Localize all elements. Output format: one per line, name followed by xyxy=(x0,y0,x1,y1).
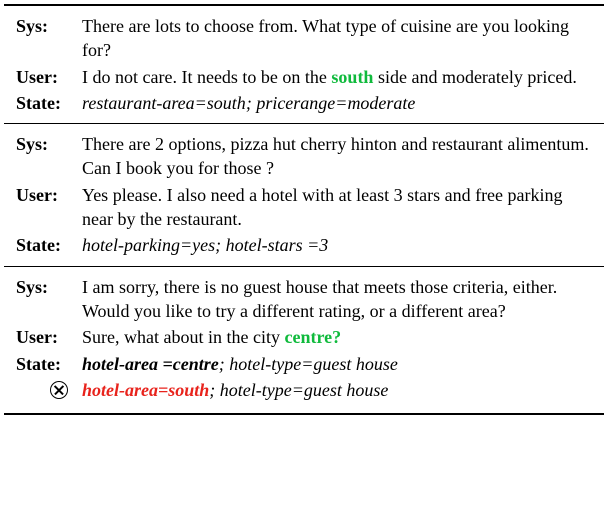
highlight-word: south xyxy=(331,67,373,87)
state-pair: hotel-area =centre xyxy=(82,354,219,374)
dialogue-turn: Sys: I am sorry, there is no guest house… xyxy=(4,266,604,413)
error-row: hotel-area=south; hotel-type=guest house xyxy=(4,378,604,405)
error-text: hotel-area=south; hotel-type=guest house xyxy=(82,378,604,402)
sys-label: Sys: xyxy=(4,132,82,156)
user-text-pre: Sure, what about in the city xyxy=(82,327,284,347)
dialogue-turn: Sys: There are 2 options, pizza hut cher… xyxy=(4,123,604,265)
user-text-pre: I do not care. It needs to be on the xyxy=(82,67,331,87)
state-text: hotel-parking=yes; hotel-stars =3 xyxy=(82,233,604,257)
state-sep: ; xyxy=(246,93,257,113)
state-label: State: xyxy=(4,91,82,115)
sys-text: I am sorry, there is no guest house that… xyxy=(82,275,604,324)
state-text: restaurant-area=south; pricerange=modera… xyxy=(82,91,604,115)
state-label: State: xyxy=(4,352,82,376)
state-pair: hotel-type=guest house xyxy=(229,354,398,374)
state-sep: ; xyxy=(215,235,226,255)
state-pair: pricerange=moderate xyxy=(256,93,415,113)
error-icon-cell xyxy=(4,378,82,405)
user-text: I do not care. It needs to be on the sou… xyxy=(82,65,604,89)
circle-x-icon xyxy=(50,381,68,399)
user-text: Yes please. I also need a hotel with at … xyxy=(82,183,604,232)
user-row: User: Sure, what about in the city centr… xyxy=(4,325,604,349)
sys-text: There are 2 options, pizza hut cherry hi… xyxy=(82,132,604,181)
user-text-pre: Yes please. I also need a hotel with at … xyxy=(82,185,563,229)
error-state-pair: hotel-area=south xyxy=(82,380,209,400)
state-row: State: hotel-parking=yes; hotel-stars =3 xyxy=(4,233,604,257)
user-label: User: xyxy=(4,325,82,349)
user-label: User: xyxy=(4,65,82,89)
highlight-word: centre? xyxy=(284,327,341,347)
sys-row: Sys: There are lots to choose from. What… xyxy=(4,14,604,63)
user-text: Sure, what about in the city centre? xyxy=(82,325,604,349)
state-pair: hotel-parking=yes xyxy=(82,235,215,255)
sys-text: There are lots to choose from. What type… xyxy=(82,14,604,63)
state-row: State: restaurant-area=south; pricerange… xyxy=(4,91,604,115)
state-sep: ; xyxy=(219,354,230,374)
sys-row: Sys: There are 2 options, pizza hut cher… xyxy=(4,132,604,181)
user-label: User: xyxy=(4,183,82,207)
state-row: State: hotel-area =centre; hotel-type=gu… xyxy=(4,352,604,376)
state-label: State: xyxy=(4,233,82,257)
state-text: hotel-area =centre; hotel-type=guest hou… xyxy=(82,352,604,376)
error-sep: ; xyxy=(209,380,220,400)
state-pair: restaurant-area=south xyxy=(82,93,246,113)
user-text-post: side and moderately priced. xyxy=(373,67,576,87)
error-state-pair: hotel-type=guest house xyxy=(220,380,389,400)
dialogue-turn: Sys: There are lots to choose from. What… xyxy=(4,6,604,123)
sys-label: Sys: xyxy=(4,275,82,299)
sys-row: Sys: I am sorry, there is no guest house… xyxy=(4,275,604,324)
state-pair: hotel-stars =3 xyxy=(226,235,329,255)
user-row: User: I do not care. It needs to be on t… xyxy=(4,65,604,89)
sys-label: Sys: xyxy=(4,14,82,38)
user-row: User: Yes please. I also need a hotel wi… xyxy=(4,183,604,232)
dialogue-table: Sys: There are lots to choose from. What… xyxy=(4,4,604,415)
